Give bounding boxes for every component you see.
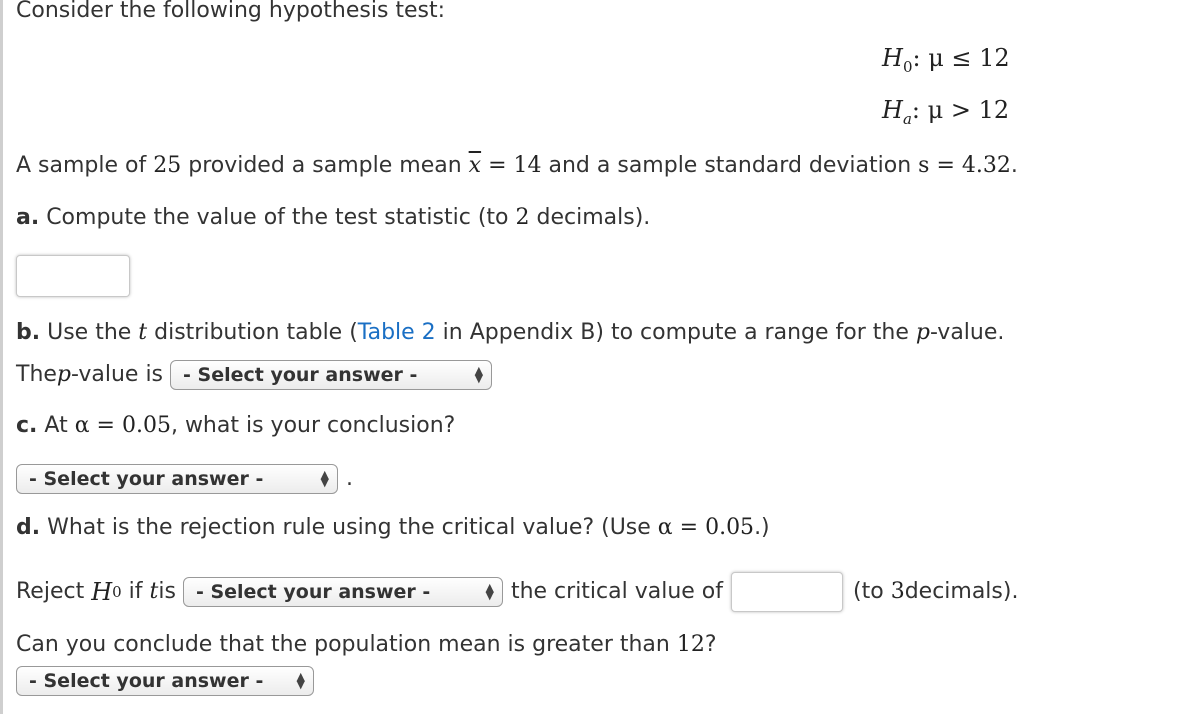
p-value-select[interactable]: - Select your answer - ▲ ▼ (170, 360, 493, 390)
test-statistic-input[interactable] (16, 255, 130, 297)
rejection-rule-row: Reject H0 if t is - Select your answer -… (16, 572, 1018, 612)
select-arrows-icon: ▲ ▼ (485, 581, 494, 602)
rejection-rule-select[interactable]: - Select your answer - ▲ ▼ (182, 577, 503, 607)
final-question: Can you conclude that the population mea… (16, 632, 717, 657)
left-border (0, 0, 3, 714)
final-row: - Select your answer - ▲ ▼ (16, 666, 314, 696)
part-a-question: a. Compute the value of the test statist… (16, 205, 651, 230)
sample-description: A sample of 25 provided a sample mean x … (16, 153, 1018, 178)
part-b-question: b. Use the t distribution table (Table 2… (16, 320, 1005, 345)
select-arrows-icon: ▲ ▼ (296, 670, 305, 691)
table-2-link[interactable]: Table 2 (358, 320, 436, 345)
intro-text: Consider the following hypothesis test: (16, 0, 446, 23)
xbar-symbol: x (468, 153, 482, 178)
conclusion-select[interactable]: - Select your answer - ▲ ▼ (16, 464, 338, 494)
part-d-question: d. What is the rejection rule using the … (16, 515, 770, 540)
select-arrows-icon: ▲ ▼ (474, 364, 484, 385)
null-hypothesis: H0: μ ≤ 12 (882, 44, 1010, 76)
final-answer-select[interactable]: - Select your answer - ▲ ▼ (16, 666, 314, 696)
critical-value-input[interactable] (731, 572, 844, 612)
alternative-hypothesis: Ha: μ > 12 (882, 96, 1010, 128)
conclusion-row: - Select your answer - ▲ ▼ . (16, 464, 353, 494)
part-c-question: c. At α = 0.05, what is your conclusion? (16, 413, 456, 438)
select-arrows-icon: ▲ ▼ (320, 468, 329, 489)
p-value-row: The p -value is - Select your answer - ▲ ▼ (16, 360, 493, 390)
